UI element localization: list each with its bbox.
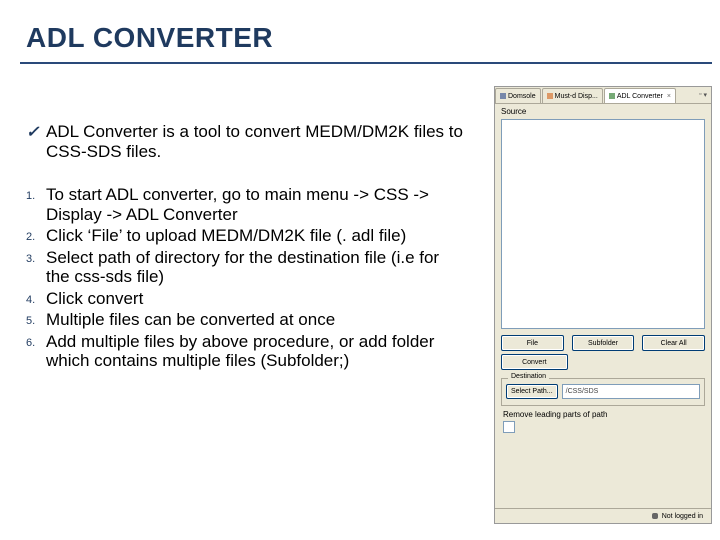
- intro-bullet: ✓ ADL Converter is a tool to convert MED…: [26, 122, 466, 161]
- destination-group: Destination Select Path... /CSS/SDS: [501, 378, 705, 406]
- convert-button[interactable]: Convert: [501, 354, 568, 370]
- step-text: Multiple files can be converted at once: [46, 310, 466, 330]
- step-number: 4.: [26, 289, 46, 309]
- remove-leading-row: Remove leading parts of path: [495, 410, 711, 419]
- step-text: Select path of directory for the destina…: [46, 248, 466, 287]
- step-number: 5.: [26, 310, 46, 330]
- step-number: 1.: [26, 185, 46, 224]
- clear-all-button[interactable]: Clear All: [642, 335, 705, 351]
- list-item: 3. Select path of directory for the dest…: [26, 248, 466, 287]
- remove-leading-checkbox-row: [495, 419, 711, 435]
- minimize-icon[interactable]: ▫: [699, 91, 701, 99]
- tab-adl-converter[interactable]: ADL Converter ×: [604, 88, 676, 103]
- step-text: Add multiple files by above procedure, o…: [46, 332, 466, 371]
- content-body: ✓ ADL Converter is a tool to convert MED…: [26, 122, 466, 373]
- dropdown-icon[interactable]: ▾: [703, 91, 707, 99]
- step-number: 6.: [26, 332, 46, 371]
- tab-label: Must-d Disp...: [555, 93, 598, 100]
- list-item: 6. Add multiple files by above procedure…: [26, 332, 466, 371]
- status-bar: Not logged in: [495, 508, 711, 523]
- list-item: 1. To start ADL converter, go to main me…: [26, 185, 466, 224]
- step-text: Click convert: [46, 289, 466, 309]
- step-text: To start ADL converter, go to main menu …: [46, 185, 466, 224]
- step-number: 3.: [26, 248, 46, 287]
- status-text: Not logged in: [662, 513, 703, 520]
- button-row-1: File Subfolder Clear All: [495, 329, 711, 354]
- remove-leading-label: Remove leading parts of path: [503, 410, 608, 419]
- title-rule: [20, 62, 712, 64]
- source-listbox[interactable]: [501, 119, 705, 329]
- tab-label: ADL Converter: [617, 93, 663, 100]
- bullet-mark-icon: ✓: [26, 122, 46, 161]
- tab-console[interactable]: Domsole: [495, 88, 541, 103]
- select-path-button[interactable]: Select Path...: [506, 384, 558, 399]
- list-item: 5. Multiple files can be converted at on…: [26, 310, 466, 330]
- tab-controls: ▫ ▾: [695, 91, 711, 99]
- destination-legend: Destination: [508, 373, 549, 380]
- screenshot-panel: Domsole Must-d Disp... ADL Converter × ▫…: [494, 86, 712, 524]
- destination-path-input[interactable]: /CSS/SDS: [562, 384, 700, 399]
- source-label: Source: [495, 104, 711, 119]
- intro-text: ADL Converter is a tool to convert MEDM/…: [46, 122, 466, 161]
- status-icon: [652, 513, 658, 519]
- console-icon: [500, 93, 506, 99]
- converter-icon: [609, 93, 615, 99]
- tab-label: Domsole: [508, 93, 536, 100]
- tab-display[interactable]: Must-d Disp...: [542, 88, 603, 103]
- remove-leading-checkbox[interactable]: [503, 421, 515, 433]
- subfolder-button[interactable]: Subfolder: [572, 335, 635, 351]
- close-icon[interactable]: ×: [667, 93, 671, 100]
- list-item: 2. Click ‘File’ to upload MEDM/DM2K file…: [26, 226, 466, 246]
- display-icon: [547, 93, 553, 99]
- list-item: 4. Click convert: [26, 289, 466, 309]
- step-number: 2.: [26, 226, 46, 246]
- steps-list: 1. To start ADL converter, go to main me…: [26, 185, 466, 371]
- file-button[interactable]: File: [501, 335, 564, 351]
- tab-bar: Domsole Must-d Disp... ADL Converter × ▫…: [495, 87, 711, 104]
- step-text: Click ‘File’ to upload MEDM/DM2K file (.…: [46, 226, 466, 246]
- page-title: ADL CONVERTER: [26, 22, 273, 54]
